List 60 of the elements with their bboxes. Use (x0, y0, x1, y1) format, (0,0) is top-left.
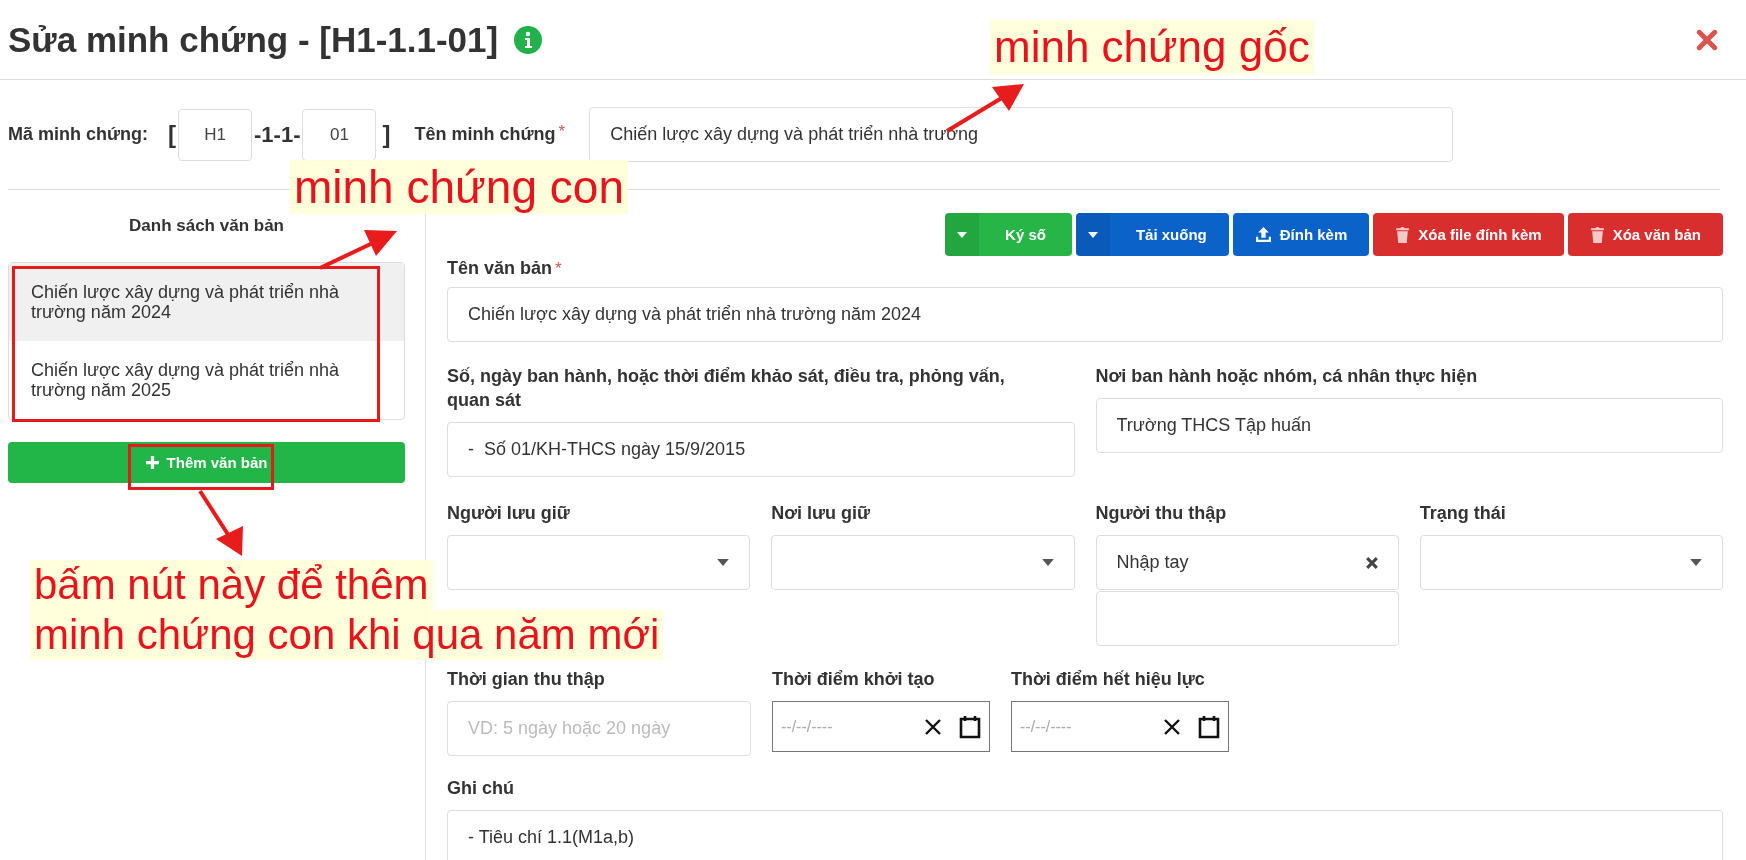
bracket-text: [ (168, 120, 177, 149)
toolbar-button[interactable]: Xóa file đính kèm (1373, 213, 1564, 256)
clear-icon[interactable] (923, 716, 943, 737)
field-label: Trạng thái (1419, 502, 1507, 525)
dropdown-field[interactable] (1419, 535, 1723, 590)
close-icon[interactable] (1696, 28, 1718, 51)
callout-text: minh chứng con khi qua năm mới (30, 610, 664, 660)
document-name-input[interactable]: Chiến lược xây dựng và phát triển nhà trường năm 2024 (447, 287, 1723, 342)
field-label: Thời điểm khởi tạo (772, 668, 936, 691)
issue-info-input[interactable]: - Số 01/KH-THCS ngày 15/9/2015 (447, 422, 1075, 477)
caret-icon (957, 231, 968, 238)
trash-icon (1589, 226, 1605, 243)
toolbar-button[interactable]: Đính kèm (1232, 213, 1370, 256)
dropdown-field[interactable] (771, 535, 1075, 590)
code-label: Mã minh chứng: (8, 124, 149, 145)
dialog-title: Sửa minh chứng - [H1-1.1-01] (8, 19, 499, 60)
field-label: Nơi lưu giữ (771, 502, 872, 525)
field-label: Thời gian thu thập (447, 668, 606, 691)
dropdown-field[interactable] (447, 535, 751, 590)
name-input[interactable]: Chiến lược xây dựng và phát triển nhà trường (589, 107, 1454, 162)
field-label: Người lưu giữ (447, 502, 571, 525)
tag-select-field[interactable]: Nhập tay (1095, 535, 1399, 590)
field-label: Ghi chú (447, 777, 515, 800)
bracket-text: ] (382, 120, 391, 149)
field-label: Tên văn bản (447, 258, 553, 278)
issuer-input[interactable]: Trường THCS Tập huấn (1095, 398, 1723, 453)
code-suffix-input[interactable]: 01 (302, 108, 377, 161)
field-label: Nơi ban hành hoặc nhóm, cá nhân thực hiện (1095, 365, 1479, 388)
trash-icon (1395, 226, 1411, 243)
document-item[interactable]: Chiến lược xây dựng và phát triển nhà trường năm 2025 (9, 341, 404, 419)
name-label: Tên minh chứng (414, 124, 556, 145)
input-field[interactable] (1095, 591, 1399, 646)
field-label: Số, ngày ban hành, hoặc thời điểm khảo sát, điều tra, phỏng vấn, quan sát (447, 365, 1006, 412)
callout-text: minh chứng gốc (990, 20, 1314, 74)
list-title: Danh sách văn bản (128, 216, 285, 236)
required-mark: * (555, 259, 562, 278)
plus-icon (145, 456, 159, 469)
required-mark: * (558, 122, 566, 142)
arrow (198, 489, 243, 556)
callout-text: minh chứng con (290, 160, 628, 214)
calendar-icon[interactable] (959, 714, 981, 739)
caret-icon (1041, 559, 1054, 566)
caret-icon (717, 559, 730, 566)
toolbar-button[interactable]: Tải xuống (1075, 213, 1229, 256)
callout-text: bấm nút này để thêm (30, 560, 433, 610)
calendar-icon[interactable] (1198, 714, 1220, 739)
clear-icon[interactable] (1162, 716, 1182, 737)
caret-icon (1690, 559, 1702, 566)
code-prefix-input[interactable]: H1 (178, 108, 253, 161)
note-textarea[interactable]: - Tiêu chí 1.1(M1a,b) (447, 810, 1723, 860)
document-item[interactable]: Chiến lược xây dựng và phát triển nhà trường năm 2024 (9, 263, 404, 341)
field-label: Thời điểm hết hiệu lực (1011, 668, 1206, 691)
toolbar-button[interactable]: Xóa văn bản (1567, 213, 1723, 256)
code-separator: -1-1- (254, 121, 301, 148)
upload-icon (1254, 226, 1272, 243)
field-label: Người thu thập (1095, 502, 1228, 525)
info-icon[interactable] (514, 25, 543, 54)
collect-time-input[interactable]: VD: 5 ngày hoặc 20 ngày (447, 701, 751, 756)
caret-icon (1087, 231, 1098, 238)
clear-icon[interactable] (1365, 556, 1378, 569)
